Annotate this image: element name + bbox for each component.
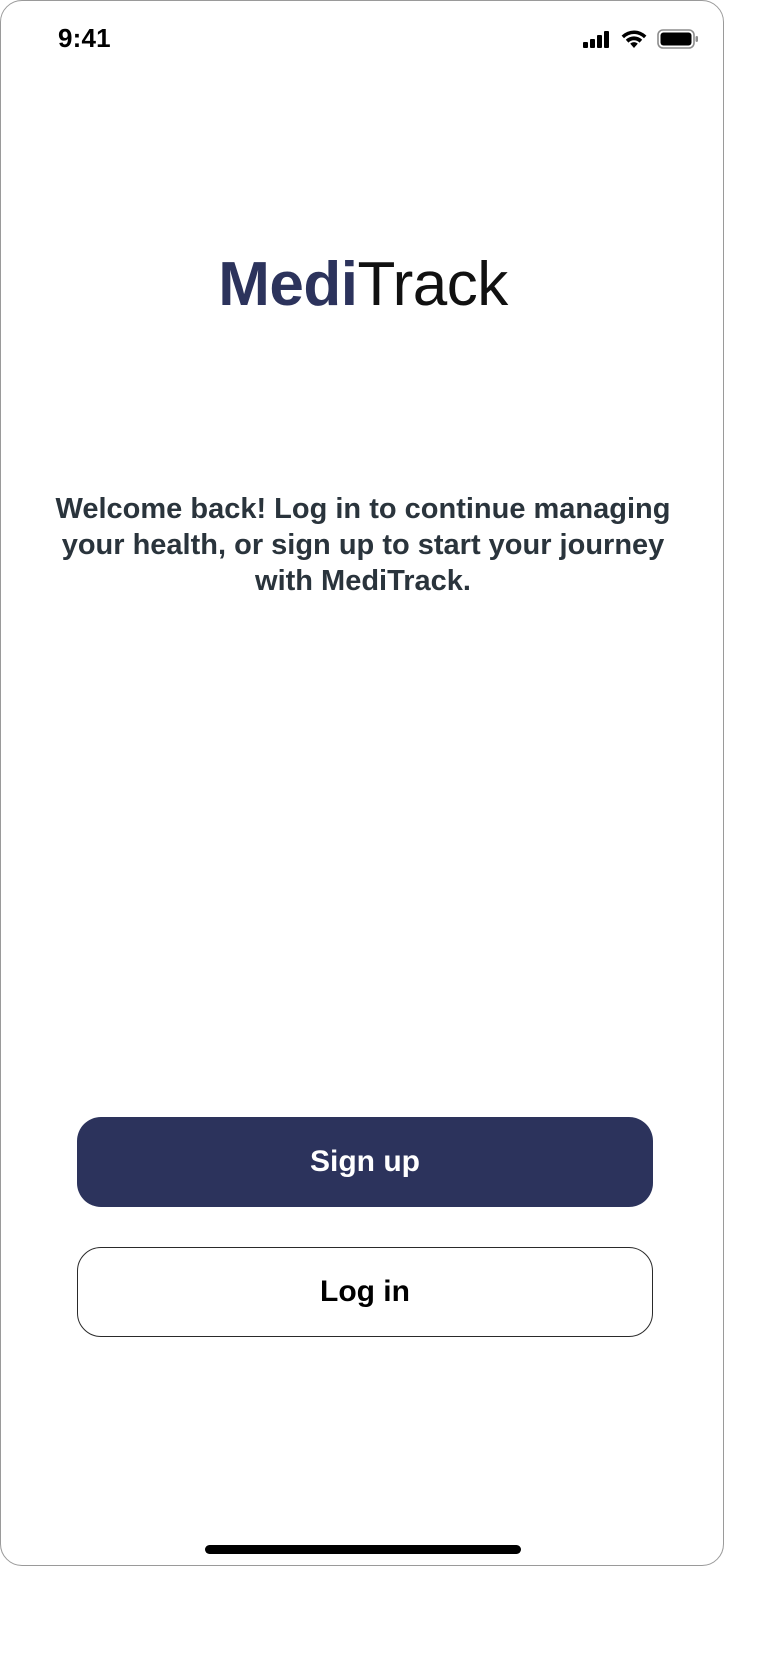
wifi-icon (621, 29, 647, 49)
battery-icon (657, 29, 699, 49)
login-button-label: Log in (320, 1275, 410, 1308)
signup-button[interactable]: Sign up (77, 1117, 653, 1207)
welcome-message: Welcome back! Log in to continue managin… (55, 493, 671, 597)
status-icons (583, 27, 699, 51)
login-button[interactable]: Log in (77, 1247, 653, 1337)
logo-light-text: Track (357, 250, 509, 319)
status-time: 9:41 (58, 23, 111, 53)
signup-button-label: Sign up (310, 1145, 420, 1178)
cellular-signal-icon (583, 30, 611, 48)
logo-bold-text: Medi (218, 250, 358, 319)
app-logo: MediTrack (1, 249, 723, 321)
phone-screen: 9:41 MediTrack Welcome back! Log in to c… (0, 0, 724, 1566)
home-indicator[interactable] (205, 1545, 521, 1554)
